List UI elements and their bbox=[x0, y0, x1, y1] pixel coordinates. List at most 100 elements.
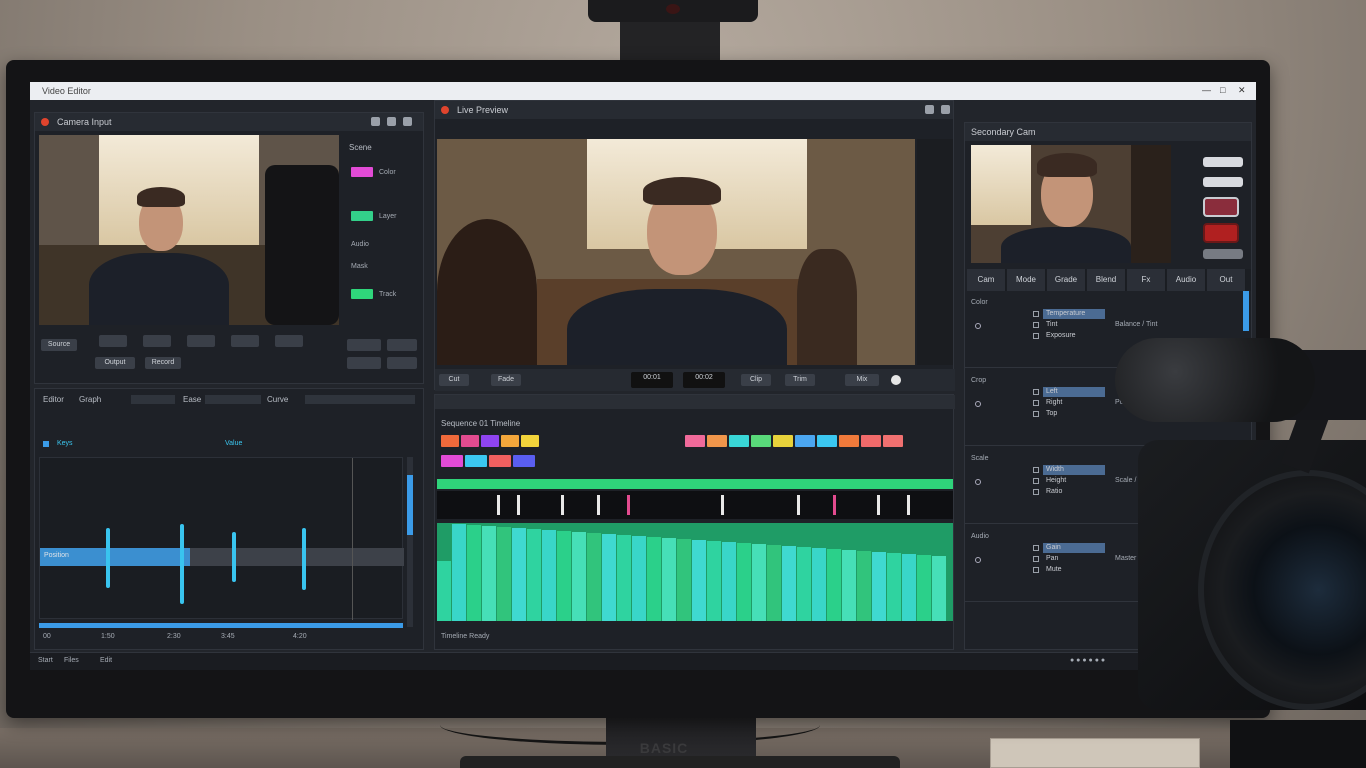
timeline-clip[interactable] bbox=[817, 435, 837, 447]
tab-fx[interactable]: Fx bbox=[1127, 269, 1166, 291]
vertical-scroll-thumb[interactable] bbox=[407, 475, 413, 535]
property-checkbox[interactable] bbox=[1033, 467, 1039, 473]
tool-button[interactable]: Mix bbox=[845, 374, 879, 386]
property-checkbox[interactable] bbox=[1033, 478, 1039, 484]
timeline-clip[interactable] bbox=[501, 435, 519, 447]
video-track-1b[interactable] bbox=[441, 455, 671, 469]
layers-icon[interactable] bbox=[387, 117, 396, 126]
right-video-frame[interactable] bbox=[971, 145, 1171, 263]
maximize-icon[interactable]: □ bbox=[1220, 85, 1225, 95]
output-option[interactable] bbox=[347, 357, 381, 369]
timecode-display[interactable]: 00:01 bbox=[631, 372, 673, 388]
keyframe-curve[interactable] bbox=[106, 528, 110, 588]
heart-icon[interactable] bbox=[925, 105, 934, 114]
property-checkbox[interactable] bbox=[1033, 545, 1039, 551]
side-button-label[interactable]: Scene bbox=[349, 143, 372, 152]
property-item[interactable]: Height bbox=[1043, 476, 1105, 486]
property-item[interactable]: Tint bbox=[1043, 320, 1105, 330]
marker[interactable] bbox=[561, 495, 564, 515]
slot-indicator[interactable] bbox=[1203, 157, 1243, 167]
marker[interactable] bbox=[797, 495, 800, 515]
transport-button[interactable] bbox=[143, 335, 171, 347]
property-checkbox[interactable] bbox=[1033, 322, 1039, 328]
graph-tab[interactable]: Graph bbox=[79, 395, 101, 404]
marker[interactable] bbox=[907, 495, 910, 515]
stop-button[interactable] bbox=[1203, 223, 1239, 243]
audio-track-bar[interactable] bbox=[437, 479, 953, 489]
tab-cam[interactable]: Cam bbox=[967, 269, 1006, 291]
more-icon[interactable] bbox=[403, 117, 412, 126]
marker[interactable] bbox=[627, 495, 630, 515]
graph-input[interactable] bbox=[131, 395, 175, 404]
taskbar-item[interactable]: Edit bbox=[100, 657, 112, 664]
property-checkbox[interactable] bbox=[1033, 411, 1039, 417]
timeline-clip[interactable] bbox=[461, 435, 479, 447]
marker[interactable] bbox=[497, 495, 500, 515]
tab-blend[interactable]: Blend bbox=[1087, 269, 1126, 291]
timeline-clip[interactable] bbox=[729, 435, 749, 447]
marker[interactable] bbox=[721, 495, 724, 515]
property-radio[interactable] bbox=[975, 323, 981, 329]
timeline-clip[interactable] bbox=[883, 435, 903, 447]
slot-indicator[interactable] bbox=[1203, 177, 1243, 187]
taskbar-item[interactable]: Start bbox=[38, 657, 53, 664]
settings-icon[interactable] bbox=[371, 117, 380, 126]
ease-input[interactable] bbox=[205, 395, 261, 404]
video-track-2[interactable] bbox=[685, 435, 953, 449]
property-radio[interactable] bbox=[975, 401, 981, 407]
side-button-label[interactable]: Track bbox=[379, 291, 396, 298]
transport-button[interactable] bbox=[187, 335, 215, 347]
tool-button[interactable]: Cut bbox=[439, 374, 469, 386]
marker[interactable] bbox=[877, 495, 880, 515]
property-checkbox[interactable] bbox=[1033, 556, 1039, 562]
property-radio[interactable] bbox=[975, 557, 981, 563]
enable-checkbox[interactable] bbox=[43, 441, 49, 447]
close-icon[interactable]: ✕ bbox=[1238, 85, 1246, 96]
property-item[interactable]: Exposure bbox=[1043, 331, 1105, 341]
property-item[interactable]: Gain bbox=[1043, 543, 1105, 553]
timeline-clip[interactable] bbox=[685, 435, 705, 447]
tab-out[interactable]: Out bbox=[1207, 269, 1246, 291]
source-button[interactable]: Source bbox=[41, 339, 77, 351]
property-item[interactable]: Ratio bbox=[1043, 487, 1105, 497]
marker[interactable] bbox=[597, 495, 600, 515]
side-button-label[interactable]: Mask bbox=[351, 263, 368, 270]
playhead-line[interactable] bbox=[352, 458, 353, 620]
tab-audio[interactable]: Audio bbox=[1167, 269, 1206, 291]
property-item[interactable]: Mute bbox=[1043, 565, 1105, 575]
transport-button[interactable] bbox=[99, 335, 127, 347]
timeline-clip[interactable] bbox=[489, 455, 511, 467]
property-item[interactable]: Width bbox=[1043, 465, 1105, 475]
transport-button[interactable] bbox=[231, 335, 259, 347]
timeline-clip[interactable] bbox=[839, 435, 859, 447]
graph-area[interactable]: Position bbox=[39, 457, 404, 620]
tool-button[interactable]: Trim bbox=[785, 374, 815, 386]
taskbar-item[interactable]: Files bbox=[64, 657, 79, 664]
property-checkbox[interactable] bbox=[1033, 333, 1039, 339]
main-video-frame[interactable] bbox=[437, 139, 915, 365]
editor-tab[interactable]: Editor bbox=[43, 395, 64, 404]
record-button[interactable] bbox=[1203, 197, 1239, 217]
timeline-clip[interactable] bbox=[441, 455, 463, 467]
marker-track[interactable] bbox=[437, 491, 953, 519]
property-checkbox[interactable] bbox=[1033, 489, 1039, 495]
timeline-clip[interactable] bbox=[465, 455, 487, 467]
property-checkbox[interactable] bbox=[1033, 311, 1039, 317]
keyframe-curve[interactable] bbox=[180, 524, 184, 604]
timeline-clip[interactable] bbox=[751, 435, 771, 447]
color-swatch-magenta[interactable] bbox=[351, 167, 373, 177]
ease-tab[interactable]: Ease bbox=[183, 395, 201, 404]
property-checkbox[interactable] bbox=[1033, 567, 1039, 573]
graph-scrollbar[interactable] bbox=[39, 623, 403, 628]
property-checkbox[interactable] bbox=[1033, 400, 1039, 406]
properties-scroll-thumb[interactable] bbox=[1243, 291, 1249, 331]
tool-button[interactable]: Fade bbox=[491, 374, 521, 386]
property-item[interactable]: Right bbox=[1043, 398, 1105, 408]
record-toggle-icon[interactable] bbox=[891, 375, 901, 385]
tool-button[interactable]: Clip bbox=[741, 374, 771, 386]
tray-icon[interactable]: ● ● ● ● ● ● bbox=[1070, 657, 1105, 664]
curve-input[interactable] bbox=[305, 395, 415, 404]
video-track-1[interactable] bbox=[441, 435, 671, 449]
minimize-icon[interactable]: — bbox=[1202, 85, 1211, 95]
side-button-label[interactable]: Layer bbox=[379, 213, 397, 220]
